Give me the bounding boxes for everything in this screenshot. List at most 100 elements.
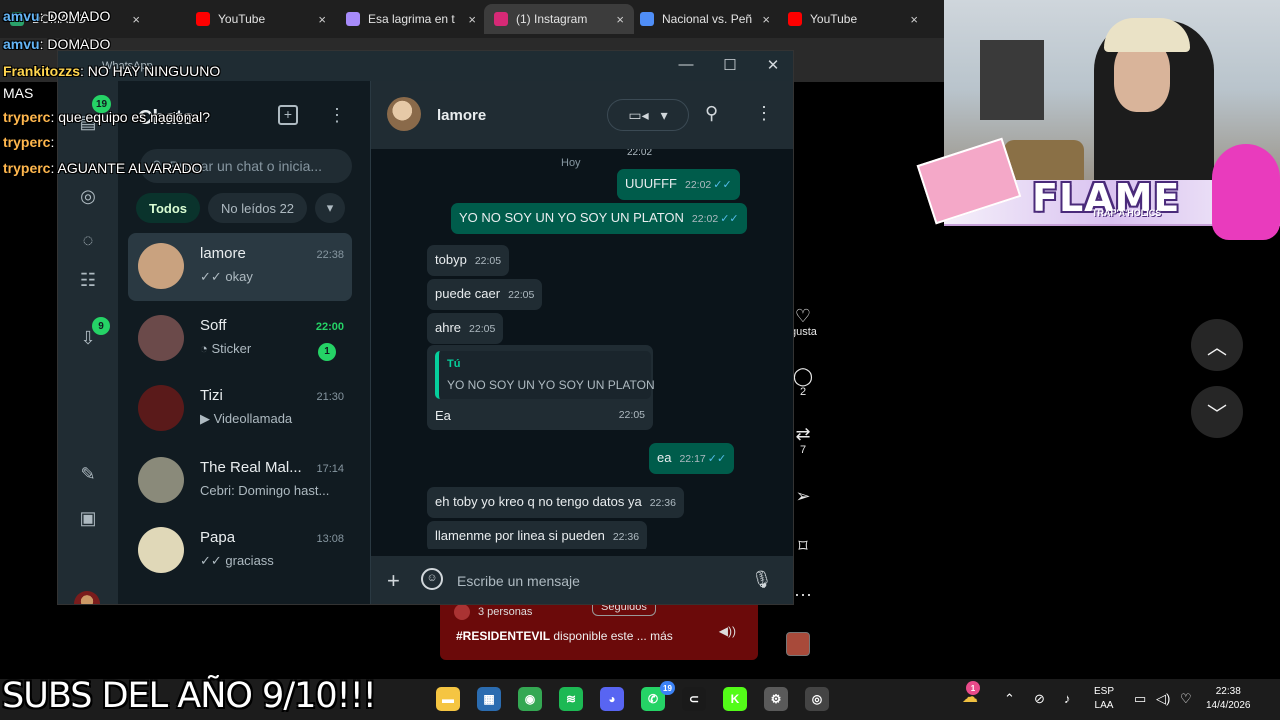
chat-list-item[interactable]: Soff 22:00 ◔ Sticker 1 [128,305,352,373]
tab-label: YouTube [810,12,858,26]
chat-list-item[interactable]: The Real Mal... 17:14 Cebri: Domingo hast.… [128,447,352,515]
chevron-down-icon: ▾ [660,106,668,123]
plus-icon[interactable]: + [387,568,400,594]
chat-last-message: ▶ Videollamada [200,411,293,426]
message-input[interactable] [457,566,727,596]
microphone-icon[interactable]: 🎙 [751,570,773,590]
contact-name[interactable]: lamore [437,107,486,124]
kick-icon[interactable]: K [723,687,747,711]
stream-chat-line: tryperc: que equipo es nacional? [3,109,210,125]
reel-up-button[interactable]: ︿ [1191,319,1243,371]
browser-tab[interactable]: Esa lagrima en t × [336,4,486,34]
incoming-message[interactable]: ahre 22:05 [427,313,504,344]
status-icon[interactable]: ◎ [75,183,101,209]
minimize-button[interactable]: — [676,56,696,73]
browser-tab[interactable]: YouTube × [186,4,336,34]
reel-down-button[interactable]: ﹀ [1191,386,1243,438]
quote-text: YO NO SOY UN YO SOY UN PLATON [447,378,655,392]
close-icon[interactable]: × [468,12,476,27]
settings-icon[interactable]: ⚙ [764,687,788,711]
mute-icon[interactable]: ◀)) [719,624,736,638]
close-icon[interactable]: × [616,12,624,27]
reel-more-link[interactable]: más [650,629,673,643]
chat-list-item[interactable]: Papa 13:08 ✓✓ graciass [128,517,352,585]
video-call-button[interactable]: ▭◂ ▾ [607,99,689,131]
reel-audio-thumbnail[interactable] [786,632,810,656]
sticker-icon[interactable]: ☺ [421,568,443,590]
outgoing-message[interactable]: UUUFFF 22:02 ✓✓ [617,169,740,200]
keyboard-language[interactable]: ESP LAA [1094,685,1114,713]
conversation-header[interactable]: lamore ▭◂ ▾ ⚲ ⋮ [371,81,793,149]
microphone-icon[interactable]: ♪ [1064,691,1071,706]
chat-time: 21:30 [316,391,344,403]
chat-list-item[interactable]: lamore 22:38 ✓✓ okay [128,233,352,301]
tab-label: Nacional vs. Peñ [662,12,752,26]
notifications-icon[interactable]: ♡ [1180,691,1192,707]
store-icon[interactable]: ▦ [477,687,501,711]
opera-icon[interactable]: ◎ [805,687,829,711]
display-icon[interactable]: ▭ [1134,691,1146,707]
discord-icon[interactable]: ◕ [600,687,624,711]
chat-last-message: ✓✓ graciass [200,553,274,568]
tab-label: (1) Instagram [516,12,588,26]
browser-tab[interactable]: YouTube × [778,4,928,34]
chrome-icon[interactable]: ◉ [518,687,542,711]
flame-logo-subtitle: TRAP'A'HOLICS [1092,208,1162,218]
chat-last-message: ✓✓ okay [200,269,253,284]
capcut-icon[interactable]: ⊂ [682,687,706,711]
webcam-poster [980,40,1044,120]
quoted-message[interactable]: Tú YO NO SOY UN YO SOY UN PLATON [435,351,655,399]
chat-list-item[interactable]: Tizi 21:30 ▶ Videollamada [128,375,352,443]
outgoing-message[interactable]: ea 22:17 ✓✓ [649,443,735,474]
avatar[interactable] [387,97,421,131]
chevron-up-icon[interactable]: ⌃ [1004,691,1015,707]
close-icon[interactable]: × [132,12,140,27]
stream-chat-user: Frankitozzs [3,63,81,79]
kebab-menu-icon[interactable]: ⋮ [755,103,773,124]
browser-tab[interactable]: (1) Instagram × [484,4,634,34]
stream-chat-text: MAS [3,85,34,101]
browser-tab[interactable]: Nacional vs. Peñ × [630,4,780,34]
close-icon[interactable]: × [910,12,918,27]
incoming-message[interactable]: tobyp 22:05 [427,245,510,276]
clock-time: 22:38 [1215,686,1241,697]
reel-caption: #RESIDENTEVIL disponible este ... más [456,629,673,643]
network-off-icon[interactable]: ⊘ [1034,691,1045,707]
filter-more-button[interactable]: ▾ [315,193,346,223]
communities-icon[interactable]: ☷ [75,267,101,293]
read-receipt-icon: ✓✓ [707,453,727,465]
profile-avatar[interactable] [74,591,100,604]
close-button[interactable]: ✕ [763,56,783,74]
media-icon[interactable]: ▣ [75,505,101,531]
maximize-button[interactable]: ☐ [720,56,740,74]
system-clock[interactable]: 22:38 14/4/2026 [1206,685,1251,713]
chat-name: Tizi [200,387,223,404]
spotify-icon[interactable]: ≋ [559,687,583,711]
new-chat-icon[interactable]: + [278,105,298,125]
incoming-message[interactable]: eh toby yo kreo q no tengo datos ya 22:36 [427,487,684,518]
incoming-message[interactable]: Tú YO NO SOY UN YO SOY UN PLATON Ea 22:05 [427,345,655,430]
close-icon[interactable]: × [762,12,770,27]
message-list[interactable]: 22:02 Hoy UUUFFF 22:02 ✓✓ YO NO SOY UN YO S… [371,149,793,549]
message-time: 22:05 [508,289,535,301]
search-icon[interactable]: ⚲ [705,103,718,124]
filter-chip[interactable]: Todos [136,193,201,223]
chat-time: 22:00 [315,321,344,333]
incoming-message[interactable]: puede caer 22:05 [427,279,543,310]
reel-card[interactable]: 3 personas Seguidos #RESIDENTEVIL dispon… [440,596,758,660]
starred-icon[interactable]: ✎ [75,461,101,487]
channels-icon[interactable]: ◌ [75,227,101,253]
incoming-message[interactable]: llamenme por linea si pueden 22:36 [427,521,648,549]
volume-icon[interactable]: ◁) [1156,691,1170,707]
outgoing-message[interactable]: YO NO SOY UN YO SOY UN PLATON 22:02 ✓✓ [451,203,747,234]
avatar [138,243,184,289]
stream-chat-user: tryperc [3,109,51,125]
tab-favicon-icon [640,12,654,26]
close-icon[interactable]: × [318,12,326,27]
reel-hashtag[interactable]: #RESIDENTEVIL [456,629,550,643]
message-row: Ea 22:05 [435,407,645,424]
kebab-menu-icon[interactable]: ⋮ [328,105,346,126]
filter-chip[interactable]: No leídos 22 [208,193,308,223]
tab-favicon-icon [346,12,360,26]
explorer-icon[interactable]: ▬ [436,687,460,711]
